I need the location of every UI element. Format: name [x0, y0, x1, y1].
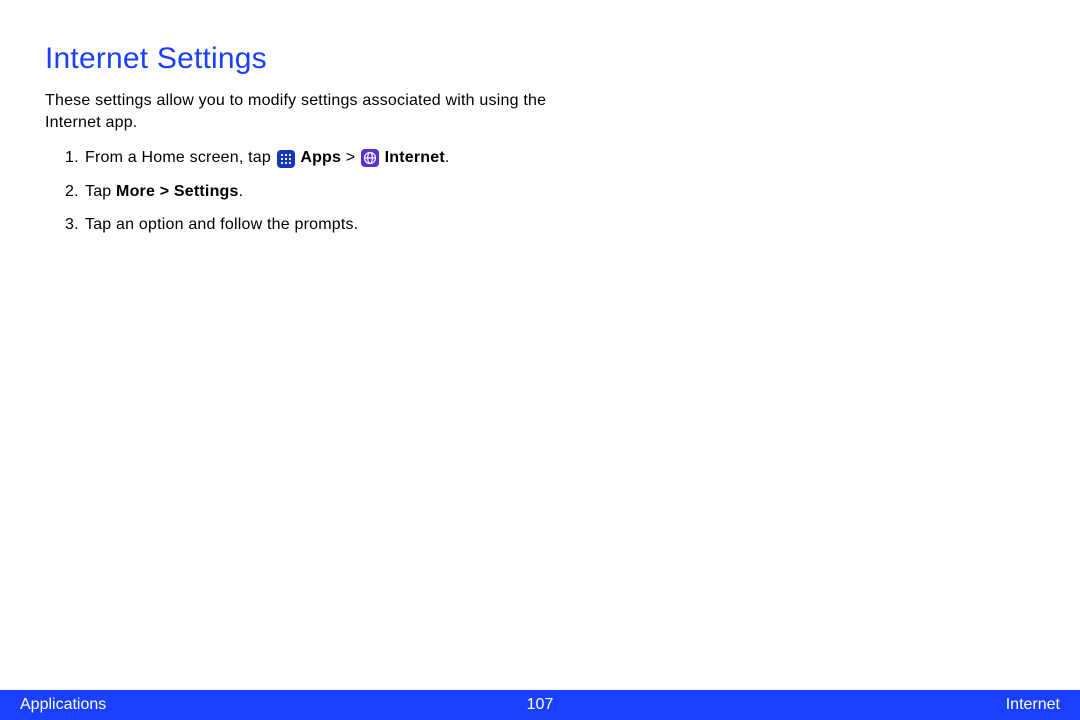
apps-label: Apps [300, 149, 341, 166]
page-title: Internet Settings [45, 42, 1035, 76]
step-separator: > [341, 149, 360, 166]
step-text-pre: From a Home screen, tap [85, 149, 276, 166]
step-2: 2.Tap More > Settings. [65, 181, 1035, 203]
footer-right: Internet [1006, 696, 1060, 714]
step-text-pre: Tap [85, 183, 116, 200]
step-text: Tap an option and follow the prompts. [85, 216, 358, 233]
step-3: 3.Tap an option and follow the prompts. [65, 214, 1035, 236]
step-1: 1.From a Home screen, tap Apps > Interne… [65, 147, 1035, 169]
step-end: . [445, 149, 450, 166]
content-area: Internet Settings These settings allow y… [0, 0, 1080, 236]
step-number: 1. [65, 147, 85, 169]
step-number: 2. [65, 181, 85, 203]
internet-icon [361, 149, 379, 167]
internet-label: Internet [385, 149, 445, 166]
intro-paragraph: These settings allow you to modify setti… [45, 90, 605, 133]
more-settings-label: More > Settings [116, 183, 239, 200]
step-number: 3. [65, 214, 85, 236]
steps-list: 1.From a Home screen, tap Apps > Interne… [45, 147, 1035, 236]
document-page: Internet Settings These settings allow y… [0, 0, 1080, 720]
page-footer: Applications 107 Internet [0, 690, 1080, 720]
step-end: . [239, 183, 244, 200]
footer-page-number: 107 [527, 696, 554, 714]
footer-left: Applications [20, 696, 106, 714]
apps-icon [277, 150, 295, 168]
